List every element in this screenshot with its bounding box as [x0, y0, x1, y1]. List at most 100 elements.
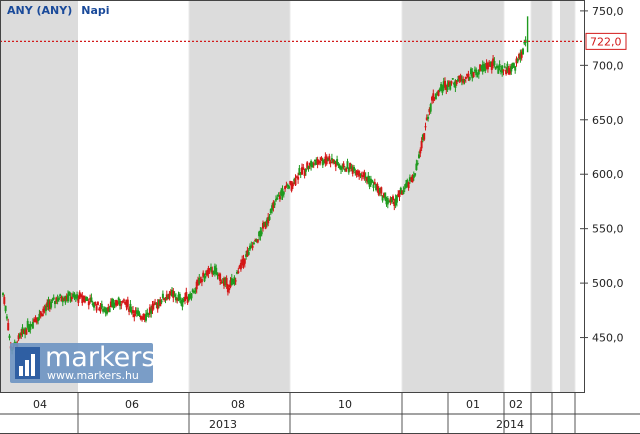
candle-body: [121, 301, 124, 303]
candle-body: [132, 310, 134, 314]
shade-band: [0, 0, 78, 392]
candle-body: [178, 293, 181, 301]
candle: [515, 56, 518, 67]
candle-body: [31, 321, 34, 329]
candle-body: [320, 157, 323, 161]
candle-body: [239, 262, 242, 270]
candle: [358, 170, 361, 180]
candle-body: [52, 297, 55, 300]
candle-body: [415, 163, 418, 171]
candle-body: [234, 280, 237, 282]
period-shading: [0, 0, 575, 392]
markers-watermark: markers www.markers.hu: [10, 342, 155, 383]
candle-body: [427, 116, 430, 119]
candle-body: [126, 299, 129, 307]
shade-band: [189, 0, 290, 392]
candle-body: [288, 186, 290, 189]
candle-body: [256, 239, 259, 243]
candle-body: [498, 64, 501, 67]
candle: [96, 301, 99, 306]
candle-body: [77, 299, 80, 303]
candle: [373, 178, 376, 185]
candle-body: [450, 81, 453, 84]
candle-body: [152, 303, 155, 306]
candle: [346, 158, 349, 169]
candle-body: [522, 48, 524, 55]
candle-body: [108, 308, 111, 313]
candle-body: [438, 88, 441, 91]
x-year-label: 2013: [209, 418, 237, 431]
candle-body: [407, 182, 410, 189]
candle-body: [50, 301, 53, 308]
candle-body: [122, 299, 125, 301]
x-month-label: 06: [125, 398, 139, 411]
candle-body: [247, 251, 250, 255]
candle-body: [312, 163, 315, 165]
y-tick-label: 700,0: [592, 59, 624, 72]
candle-body: [100, 303, 103, 308]
candle-body: [160, 300, 163, 303]
candle-body: [37, 317, 40, 322]
candle-body: [237, 271, 240, 273]
candle-body: [173, 294, 176, 297]
candle-body: [414, 173, 417, 176]
candle-body: [54, 300, 56, 305]
candle-body: [51, 299, 54, 301]
candle: [434, 93, 437, 100]
last-value-label: 722,0: [590, 35, 622, 48]
ticker-title: ANY (ANY): [7, 4, 72, 17]
candle-body: [215, 267, 218, 275]
x-month-label: 10: [338, 398, 352, 411]
candle-body: [225, 277, 228, 286]
candle-body: [210, 266, 212, 271]
candle-body: [138, 313, 141, 316]
candle-body: [297, 176, 300, 180]
candle: [329, 159, 332, 168]
candle: [90, 293, 93, 303]
candle-body: [260, 231, 263, 235]
candle-body: [133, 313, 136, 318]
y-tick-label: 500,0: [592, 277, 624, 290]
candle-body: [418, 154, 420, 159]
candle-body: [497, 66, 500, 74]
shade-band: [402, 0, 504, 392]
candle-body: [190, 293, 193, 299]
candle-body: [7, 322, 10, 331]
candle-body: [328, 156, 331, 161]
candle-body: [90, 297, 93, 303]
candle-body: [359, 173, 362, 175]
candle-body: [392, 196, 394, 201]
candle-body: [243, 259, 246, 264]
candle-body: [363, 172, 366, 177]
logo-icon: [15, 347, 40, 379]
candle-body: [294, 178, 297, 186]
candle-body: [304, 168, 307, 172]
candle-body: [412, 175, 415, 179]
candle-body: [172, 290, 175, 298]
candle-body: [117, 297, 120, 301]
candle-body: [402, 190, 405, 195]
candle-body: [4, 305, 7, 312]
candle-body: [228, 287, 231, 291]
candle-body: [501, 65, 504, 73]
candle-body: [319, 160, 322, 164]
candle-body: [95, 306, 98, 311]
candle: [165, 290, 168, 301]
candle-body: [420, 141, 423, 149]
x-month-label: 08: [231, 398, 245, 411]
candle: [336, 155, 339, 166]
candle-body: [219, 273, 222, 282]
candle-body: [342, 163, 345, 168]
candle: [522, 47, 524, 55]
candle-body: [291, 182, 294, 187]
chart-stage: markers www.markers.hu 450,0 500,0 550,0 60…: [0, 0, 640, 434]
y-tick-label: 550,0: [592, 223, 624, 236]
candle-body: [395, 195, 398, 203]
candle-body: [168, 293, 171, 299]
candle-body: [278, 196, 281, 199]
candle-body: [467, 73, 470, 78]
shade-band: [560, 0, 575, 392]
candle-body: [307, 165, 310, 169]
watermark-url: www.markers.hu: [47, 369, 139, 382]
candle-body: [147, 313, 150, 315]
